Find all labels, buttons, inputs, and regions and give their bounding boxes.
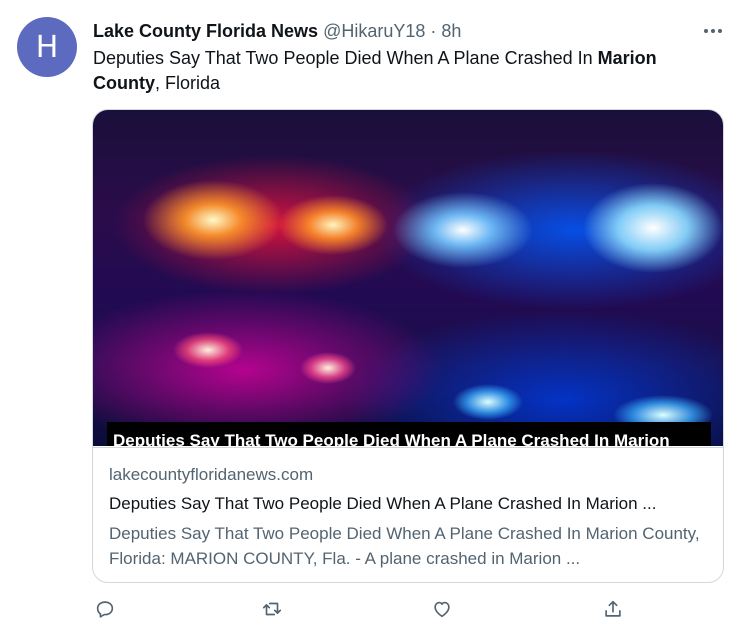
avatar[interactable]: H	[17, 17, 77, 77]
tweet-header: Lake County Florida News @HikaruY18 · 8h	[93, 20, 677, 42]
tweet-time[interactable]: 8h	[441, 21, 461, 41]
author-name[interactable]: Lake County Florida News	[93, 21, 318, 41]
reply-icon[interactable]	[93, 597, 117, 621]
avatar-letter: H	[35, 29, 59, 65]
image-caption: Deputies Say That Two People Died When A…	[107, 422, 711, 446]
author-handle[interactable]: @HikaruY18	[323, 21, 425, 41]
card-title: Deputies Say That Two People Died When A…	[109, 494, 657, 513]
tweet-text: Deputies Say That Two People Died When A…	[93, 46, 713, 96]
share-icon[interactable]	[601, 597, 625, 621]
card-body[interactable]: lakecountyfloridanews.com Deputies Say T…	[93, 447, 723, 582]
card-image[interactable]: Deputies Say That Two People Died When A…	[93, 110, 723, 446]
link-card[interactable]: Deputies Say That Two People Died When A…	[92, 109, 724, 583]
card-domain: lakecountyfloridanews.com	[109, 465, 314, 484]
more-icon[interactable]	[702, 24, 724, 38]
action-bar	[93, 597, 633, 623]
tweet-text-start: Deputies Say That Two People Died When A…	[93, 48, 598, 68]
meta-separator: ·	[430, 21, 437, 41]
card-description: Deputies Say That Two People Died When A…	[109, 524, 700, 568]
tweet-text-end: , Florida	[155, 73, 221, 93]
like-icon[interactable]	[430, 597, 454, 621]
retweet-icon[interactable]	[260, 597, 284, 621]
